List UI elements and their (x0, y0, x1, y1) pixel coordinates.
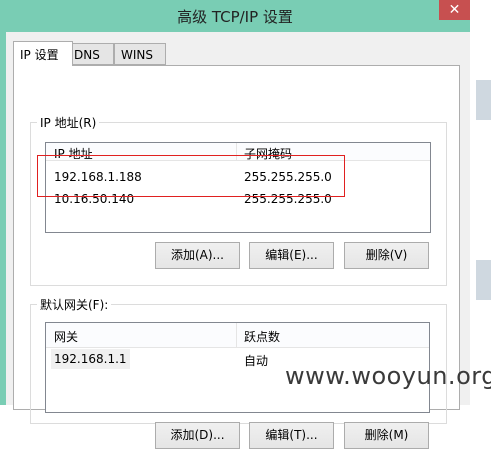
highlight-annotation (37, 155, 345, 197)
dialog-client: IP 设置 DNS WINS IP 地址(R) IP 地址 子网掩码 192.1… (6, 32, 470, 449)
gateway-group-label: 默认网关(F): (37, 296, 112, 313)
tab-wins[interactable]: WINS (114, 43, 166, 65)
add-gateway-button[interactable]: 添加(D)... (155, 422, 240, 449)
tab-panel: IP 地址(R) IP 地址 子网掩码 192.168.1.188 255.25… (13, 65, 460, 449)
tab-dns[interactable]: DNS (67, 43, 114, 65)
metric-cell[interactable]: 自动 (244, 352, 268, 369)
background-icon (476, 260, 491, 300)
column-metric[interactable]: 跃点数 (244, 328, 280, 345)
delete-ip-button[interactable]: 删除(V) (344, 242, 429, 269)
watermark: www.wooyun.org (285, 362, 491, 390)
background-icon (476, 80, 491, 120)
edit-gateway-button[interactable]: 编辑(T)... (249, 422, 334, 449)
list-header: 网关 跃点数 (46, 323, 429, 348)
tab-ip-settings[interactable]: IP 设置 (13, 41, 73, 66)
delete-gateway-button[interactable]: 删除(M) (344, 422, 429, 449)
add-ip-button[interactable]: 添加(A)... (155, 242, 240, 269)
gateway-cell[interactable]: 192.168.1.1 (51, 349, 130, 369)
edit-ip-button[interactable]: 编辑(E)... (249, 242, 334, 269)
ip-group-label: IP 地址(R) (37, 114, 100, 131)
window-title: 高级 TCP/IP 设置 (177, 8, 293, 26)
dialog-window: 高级 TCP/IP 设置 ✕ IP 设置 DNS WINS IP 地址(R) I… (0, 0, 470, 449)
column-gateway[interactable]: 网关 (54, 328, 78, 345)
close-button[interactable]: ✕ (439, 0, 470, 20)
column-separator (236, 323, 237, 348)
